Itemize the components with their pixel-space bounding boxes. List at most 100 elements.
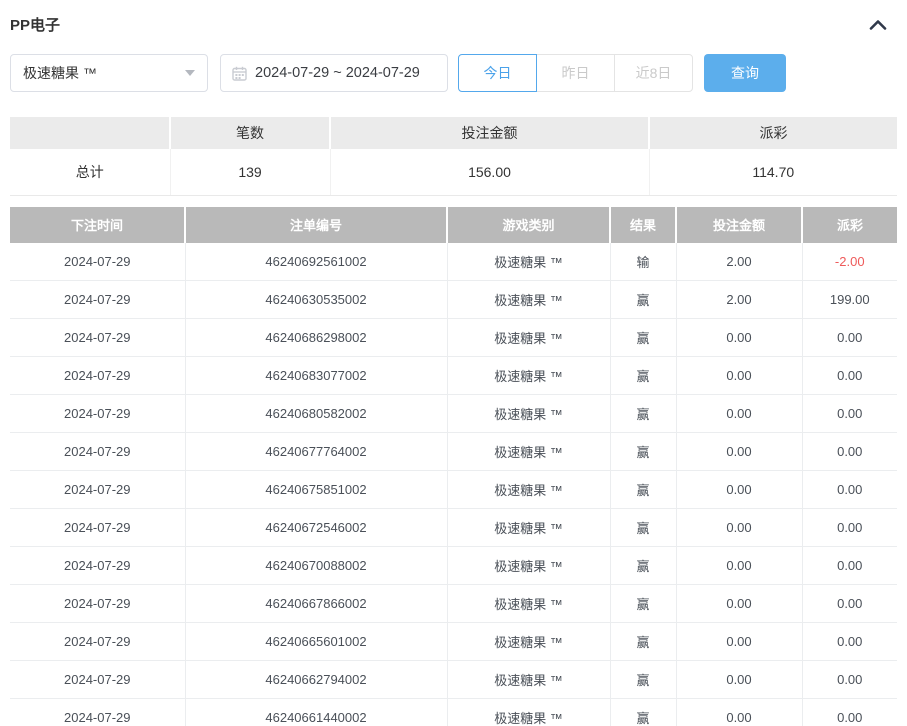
total-count-cell: 139 (170, 149, 330, 195)
table-row: 2024-07-2946240670088002极速糖果 ™赢0.000.00 (10, 547, 897, 585)
payout-cell: 0.00 (802, 357, 897, 395)
payout-cell: -2.00 (802, 243, 897, 281)
summary-header-empty (10, 117, 170, 149)
bet-time-cell: 2024-07-29 (10, 699, 185, 726)
order-number-cell: 46240683077002 (185, 357, 447, 395)
records-table: 下注时间 注单编号 游戏类别 结果 投注金额 派彩 2024-07-294624… (10, 207, 897, 726)
page-title: PP电子 (10, 14, 60, 35)
bet-time-cell: 2024-07-29 (10, 243, 185, 281)
bet-amount-cell: 0.00 (676, 509, 802, 547)
summary-header-payout: 派彩 (649, 117, 897, 149)
game-type-cell: 极速糖果 ™ (447, 585, 610, 623)
header-bet-time: 下注时间 (10, 207, 185, 243)
bet-time-cell: 2024-07-29 (10, 433, 185, 471)
payout-cell: 0.00 (802, 547, 897, 585)
game-type-cell: 极速糖果 ™ (447, 281, 610, 319)
summary-table: 笔数 投注金额 派彩 总计 139 156.00 114.70 (10, 117, 897, 196)
payout-cell: 0.00 (802, 509, 897, 547)
game-select[interactable]: 极速糖果 ™ (10, 54, 208, 92)
bet-amount-cell: 0.00 (676, 585, 802, 623)
yesterday-button[interactable]: 昨日 (536, 54, 615, 92)
bet-amount-cell: 0.00 (676, 699, 802, 726)
payout-cell: 0.00 (802, 471, 897, 509)
bet-amount-cell: 0.00 (676, 433, 802, 471)
bet-time-cell: 2024-07-29 (10, 319, 185, 357)
table-row: 2024-07-2946240675851002极速糖果 ™赢0.000.00 (10, 471, 897, 509)
table-row: 2024-07-2946240672546002极速糖果 ™赢0.000.00 (10, 509, 897, 547)
order-number-cell: 46240661440002 (185, 699, 447, 726)
last-8-days-button[interactable]: 近8日 (614, 54, 693, 92)
result-cell: 赢 (610, 433, 676, 471)
bet-amount-cell: 2.00 (676, 281, 802, 319)
payout-cell: 199.00 (802, 281, 897, 319)
result-cell: 赢 (610, 585, 676, 623)
bet-amount-cell: 0.00 (676, 395, 802, 433)
result-cell: 赢 (610, 623, 676, 661)
summary-total-row: 总计 139 156.00 114.70 (10, 149, 897, 195)
bet-amount-cell: 0.00 (676, 661, 802, 699)
collapse-panel-button[interactable] (865, 11, 891, 37)
payout-cell: 0.00 (802, 585, 897, 623)
table-row: 2024-07-2946240665601002极速糖果 ™赢0.000.00 (10, 623, 897, 661)
bet-time-cell: 2024-07-29 (10, 281, 185, 319)
order-number-cell: 46240677764002 (185, 433, 447, 471)
table-row: 2024-07-2946240662794002极速糖果 ™赢0.000.00 (10, 661, 897, 699)
result-cell: 赢 (610, 281, 676, 319)
records-table-body: 2024-07-2946240692561002极速糖果 ™输2.00-2.00… (10, 243, 897, 726)
bet-amount-cell: 0.00 (676, 357, 802, 395)
game-type-cell: 极速糖果 ™ (447, 357, 610, 395)
quick-date-button-group: 今日 昨日 近8日 (458, 54, 693, 92)
table-row: 2024-07-2946240692561002极速糖果 ™输2.00-2.00 (10, 243, 897, 281)
order-number-cell: 46240630535002 (185, 281, 447, 319)
filter-toolbar: 极速糖果 ™ 2024-07-29 ~ 2024-07-29 (10, 54, 897, 92)
game-type-cell: 极速糖果 ™ (447, 471, 610, 509)
result-cell: 赢 (610, 471, 676, 509)
game-type-cell: 极速糖果 ™ (447, 433, 610, 471)
result-cell: 赢 (610, 699, 676, 726)
table-row: 2024-07-2946240667866002极速糖果 ™赢0.000.00 (10, 585, 897, 623)
header-payout: 派彩 (802, 207, 897, 243)
summary-header-row: 笔数 投注金额 派彩 (10, 117, 897, 149)
table-row: 2024-07-2946240661440002极速糖果 ™赢0.000.00 (10, 699, 897, 726)
pp-electronics-panel: PP电子 极速糖果 ™ (0, 0, 907, 726)
game-type-cell: 极速糖果 ™ (447, 623, 610, 661)
bet-time-cell: 2024-07-29 (10, 547, 185, 585)
order-number-cell: 46240692561002 (185, 243, 447, 281)
bet-amount-cell: 0.00 (676, 319, 802, 357)
payout-cell: 0.00 (802, 699, 897, 726)
total-label-cell: 总计 (10, 149, 170, 195)
result-cell: 赢 (610, 661, 676, 699)
result-cell: 输 (610, 243, 676, 281)
result-cell: 赢 (610, 509, 676, 547)
table-row: 2024-07-2946240683077002极速糖果 ™赢0.000.00 (10, 357, 897, 395)
bet-time-cell: 2024-07-29 (10, 623, 185, 661)
order-number-cell: 46240672546002 (185, 509, 447, 547)
game-type-cell: 极速糖果 ™ (447, 661, 610, 699)
table-row: 2024-07-2946240677764002极速糖果 ™赢0.000.00 (10, 433, 897, 471)
date-range-input[interactable]: 2024-07-29 ~ 2024-07-29 (220, 54, 448, 92)
result-cell: 赢 (610, 357, 676, 395)
bet-amount-cell: 0.00 (676, 547, 802, 585)
order-number-cell: 46240680582002 (185, 395, 447, 433)
bet-time-cell: 2024-07-29 (10, 471, 185, 509)
header-result: 结果 (610, 207, 676, 243)
table-row: 2024-07-2946240630535002极速糖果 ™赢2.00199.0… (10, 281, 897, 319)
table-row: 2024-07-2946240686298002极速糖果 ™赢0.000.00 (10, 319, 897, 357)
result-cell: 赢 (610, 395, 676, 433)
game-type-cell: 极速糖果 ™ (447, 699, 610, 726)
order-number-cell: 46240667866002 (185, 585, 447, 623)
calendar-icon (232, 66, 247, 81)
result-cell: 赢 (610, 547, 676, 585)
table-row: 2024-07-2946240680582002极速糖果 ™赢0.000.00 (10, 395, 897, 433)
game-type-cell: 极速糖果 ™ (447, 319, 610, 357)
today-button[interactable]: 今日 (458, 54, 537, 92)
payout-cell: 0.00 (802, 395, 897, 433)
chevron-down-icon (185, 70, 195, 76)
header-game-type: 游戏类别 (447, 207, 610, 243)
game-type-cell: 极速糖果 ™ (447, 509, 610, 547)
summary-header-count: 笔数 (170, 117, 330, 149)
bet-time-cell: 2024-07-29 (10, 395, 185, 433)
bet-amount-cell: 2.00 (676, 243, 802, 281)
query-button[interactable]: 查询 (704, 54, 786, 92)
records-header-row: 下注时间 注单编号 游戏类别 结果 投注金额 派彩 (10, 207, 897, 243)
